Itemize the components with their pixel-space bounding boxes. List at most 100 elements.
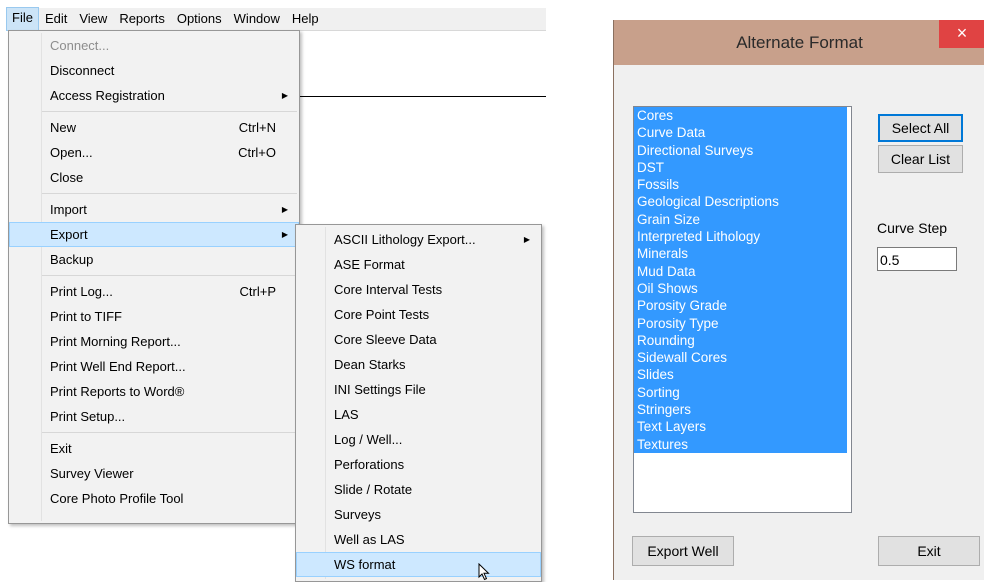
menu-item-label: Open... <box>50 145 93 160</box>
file-menu-print-well-end-report[interactable]: Print Well End Report... <box>9 354 299 379</box>
menu-item-label: LAS <box>334 407 359 422</box>
menu-item-label: Print Setup... <box>50 409 126 424</box>
export-ws-format[interactable]: WS format <box>296 552 541 577</box>
menu-help[interactable]: Help <box>286 8 325 30</box>
menu-item-label: WS format <box>334 557 396 572</box>
menu-item-label: Core Sleeve Data <box>334 332 437 347</box>
file-menu-print-log[interactable]: Print Log... Ctrl+P <box>9 279 299 304</box>
menu-item-label: Survey Viewer <box>50 466 134 481</box>
list-item[interactable]: Stringers <box>634 401 847 419</box>
export-surveys[interactable]: Surveys <box>296 502 541 527</box>
export-ini-settings-file[interactable]: INI Settings File <box>296 377 541 402</box>
export-well-button[interactable]: Export Well <box>632 536 734 566</box>
export-well-as-las[interactable]: Well as LAS <box>296 527 541 552</box>
menu-item-label: Disconnect <box>50 63 115 78</box>
menu-window[interactable]: Window <box>228 8 286 30</box>
exit-button[interactable]: Exit <box>878 536 980 566</box>
list-item[interactable]: Rounding <box>634 331 847 350</box>
list-item[interactable]: Interpreted Lithology <box>634 228 847 246</box>
list-item[interactable]: Mud Data <box>634 262 847 280</box>
menu-separator <box>41 275 297 276</box>
file-menu-exit[interactable]: Exit <box>9 436 299 461</box>
export-core-sleeve-data[interactable]: Core Sleeve Data <box>296 327 541 352</box>
list-item[interactable]: Cores <box>634 107 847 125</box>
file-menu-disconnect[interactable]: Disconnect <box>9 58 299 83</box>
select-all-button[interactable]: Select All <box>878 114 963 142</box>
list-item[interactable]: DST <box>634 158 847 177</box>
menu-shortcut: Ctrl+O <box>238 145 276 160</box>
file-menu-print-tiff[interactable]: Print to TIFF <box>9 304 299 329</box>
curve-step-input[interactable]: 0.5 <box>877 247 957 271</box>
list-item[interactable]: Porosity Type <box>634 314 847 332</box>
alternate-format-dialog: Alternate Format × Cores Curve Data Dire… <box>613 20 984 580</box>
menu-item-label: New <box>50 120 77 135</box>
menu-separator <box>41 111 297 112</box>
menu-item-label: Print Morning Report... <box>50 334 181 349</box>
export-ase-format[interactable]: ASE Format <box>296 252 541 277</box>
menu-separator <box>41 432 297 433</box>
file-menu-print-setup[interactable]: Print Setup... <box>9 404 299 429</box>
export-dean-starks[interactable]: Dean Starks <box>296 352 541 377</box>
file-menu-new[interactable]: New Ctrl+N <box>9 115 299 140</box>
menu-item-label: Core Interval Tests <box>334 282 443 297</box>
data-type-listbox[interactable]: Cores Curve Data Directional Surveys DST… <box>633 106 852 513</box>
menu-item-label: ASE Format <box>334 257 405 272</box>
list-item[interactable]: Oil Shows <box>634 279 847 298</box>
list-item[interactable]: Directional Surveys <box>634 141 847 159</box>
list-item[interactable]: Fossils <box>634 176 847 194</box>
menu-file[interactable]: File <box>6 7 39 31</box>
close-button[interactable]: × <box>939 20 984 48</box>
list-item[interactable]: Curve Data <box>634 124 847 142</box>
list-item[interactable]: Sidewall Cores <box>634 349 847 367</box>
menu-item-label: Dean Starks <box>334 357 406 372</box>
export-core-point-tests[interactable]: Core Point Tests <box>296 302 541 327</box>
export-las[interactable]: LAS <box>296 402 541 427</box>
file-menu-open[interactable]: Open... Ctrl+O <box>9 140 299 165</box>
file-menu-close[interactable]: Close <box>9 165 299 190</box>
menu-item-label: Export <box>50 227 88 242</box>
list-item[interactable]: Slides <box>634 366 847 384</box>
list-item[interactable]: Grain Size <box>634 210 847 229</box>
curve-step-label: Curve Step <box>877 220 948 236</box>
menu-item-label: Exit <box>50 441 72 456</box>
export-slide-rotate[interactable]: Slide / Rotate <box>296 477 541 502</box>
file-menu-access-registration[interactable]: Access Registration ▶ <box>9 83 299 108</box>
list-item[interactable]: Porosity Grade <box>634 297 847 315</box>
menu-item-label: Core Point Tests <box>334 307 430 322</box>
menu-item-label: Print to TIFF <box>50 309 122 324</box>
menu-shortcut: Ctrl+P <box>239 284 276 299</box>
menu-item-label: Backup <box>50 252 94 267</box>
menu-item-label: Well as LAS <box>334 532 405 547</box>
export-submenu: ASCII Lithology Export... ▶ ASE Format Co… <box>295 224 542 582</box>
export-core-interval-tests[interactable]: Core Interval Tests <box>296 277 541 302</box>
menu-view[interactable]: View <box>73 8 113 30</box>
dialog-titlebar: Alternate Format × <box>614 20 984 65</box>
menu-item-label: Print Well End Report... <box>50 359 186 374</box>
menu-item-label: Surveys <box>334 507 381 522</box>
list-item[interactable]: Minerals <box>634 245 847 263</box>
menu-reports[interactable]: Reports <box>113 8 171 30</box>
file-menu-print-reports-word[interactable]: Print Reports to Word® <box>9 379 299 404</box>
file-menu-export[interactable]: Export ▶ <box>9 222 299 247</box>
export-ascii-lithology[interactable]: ASCII Lithology Export... ▶ <box>296 227 541 252</box>
window-client-edge <box>296 96 546 97</box>
submenu-arrow-icon: ▶ <box>523 235 530 244</box>
file-menu-print-morning-report[interactable]: Print Morning Report... <box>9 329 299 354</box>
file-menu-backup[interactable]: Backup <box>9 247 299 272</box>
list-item[interactable]: Sorting <box>634 383 847 402</box>
menu-edit[interactable]: Edit <box>39 8 73 30</box>
file-menu-core-photo-profile-tool[interactable]: Core Photo Profile Tool <box>9 486 299 511</box>
export-log-well[interactable]: Log / Well... <box>296 427 541 452</box>
list-item[interactable]: Text Layers <box>634 418 847 436</box>
file-menu-import[interactable]: Import ▶ <box>9 197 299 222</box>
list-item[interactable]: Geological Descriptions <box>634 193 847 211</box>
menu-item-label: Import <box>50 202 87 217</box>
submenu-arrow-icon: ▶ <box>281 91 288 100</box>
list-item[interactable]: Textures <box>634 435 847 453</box>
menu-options[interactable]: Options <box>171 8 228 30</box>
clear-list-button[interactable]: Clear List <box>878 145 963 173</box>
file-menu: Connect... Disconnect Access Registratio… <box>8 30 300 524</box>
file-menu-survey-viewer[interactable]: Survey Viewer <box>9 461 299 486</box>
menu-bar: File Edit View Reports Options Window He… <box>6 7 546 31</box>
export-perforations[interactable]: Perforations <box>296 452 541 477</box>
